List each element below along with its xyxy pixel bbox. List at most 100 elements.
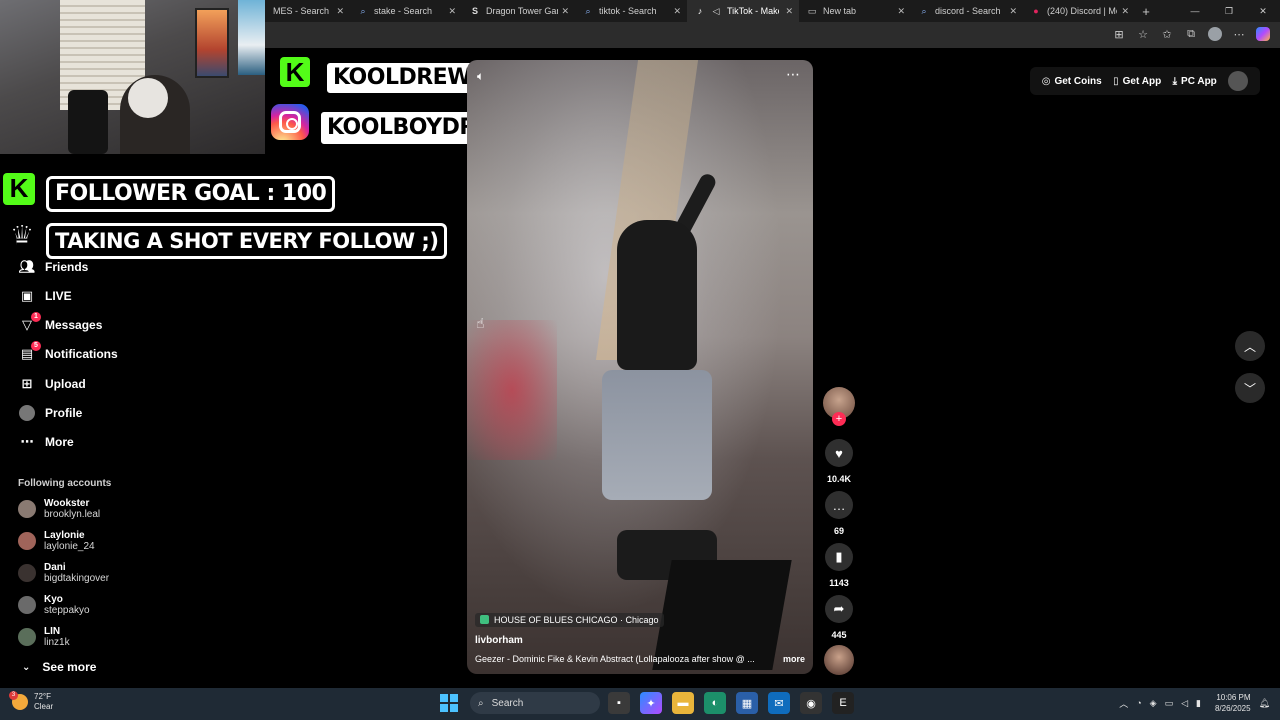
location-tag[interactable]: HOUSE OF BLUES CHICAGO · Chicago bbox=[475, 612, 664, 627]
creator-avatar[interactable]: + bbox=[823, 387, 855, 426]
browser-tab[interactable]: ▭ New tab ✕ bbox=[799, 0, 911, 22]
minimize-icon[interactable]: — bbox=[1178, 6, 1212, 16]
close-icon[interactable]: ✕ bbox=[336, 6, 344, 17]
more-options-icon[interactable]: ⋯ bbox=[786, 66, 801, 83]
close-icon[interactable]: ✕ bbox=[673, 6, 681, 17]
settings-more-icon[interactable]: ⋯ bbox=[1232, 28, 1246, 41]
clock-time: 10:06 PM bbox=[1216, 693, 1251, 702]
share-count: 445 bbox=[831, 630, 847, 640]
get-coins-button[interactable]: ◎ Get Coins bbox=[1042, 76, 1102, 87]
copilot-taskbar-icon[interactable]: ✦ bbox=[640, 692, 662, 714]
see-more-button[interactable]: ⌄ See more bbox=[22, 660, 96, 674]
taskbar-search[interactable]: ⌕ Search bbox=[470, 692, 600, 714]
music-disc-icon[interactable] bbox=[824, 645, 854, 675]
sidebar-item-profile[interactable]: Profile bbox=[18, 400, 82, 426]
following-account[interactable]: LIN linz1k bbox=[18, 623, 70, 651]
network-icon[interactable]: ▭ bbox=[1165, 698, 1174, 709]
tray-app-icon[interactable]: ◔ bbox=[1136, 698, 1141, 708]
tab-label: Dragon Tower Game bbox=[486, 6, 558, 16]
browser-tab[interactable]: MES - Search ✕ bbox=[265, 0, 350, 22]
apps-icon[interactable]: ⊞ bbox=[1112, 28, 1126, 41]
next-video-button[interactable]: ﹀ bbox=[1235, 373, 1265, 403]
shot-overlay: TAKING A SHOT EVERY FOLLOW ;) bbox=[46, 223, 448, 259]
video-player[interactable]: 🔈︎ ⋯ HOUSE OF BLUES CHICAGO · Chicago li… bbox=[467, 60, 813, 674]
new-tab-button[interactable]: + bbox=[1135, 4, 1157, 19]
epic-games-icon[interactable]: E bbox=[832, 692, 854, 714]
weather-badge: 3 bbox=[9, 691, 18, 700]
close-icon[interactable]: ✕ bbox=[897, 6, 905, 17]
speaker-mute-icon[interactable]: ◁ bbox=[711, 6, 721, 16]
volume-icon[interactable]: ◁ bbox=[1181, 698, 1188, 709]
browser-tab[interactable]: ⌕ discord - Search ✕ bbox=[911, 0, 1023, 22]
file-explorer-icon[interactable]: ▬ bbox=[672, 692, 694, 714]
sidebar-item-live[interactable]: ▣ LIVE bbox=[18, 283, 72, 309]
weather-widget[interactable]: 3 72°F Clear bbox=[9, 691, 53, 712]
caption-more-button[interactable]: more bbox=[783, 654, 805, 664]
volume-icon[interactable]: 🔈︎ bbox=[477, 69, 484, 84]
upload-icon: ⊞ bbox=[21, 376, 33, 391]
browser-tab[interactable]: ⌕ stake - Search ✕ bbox=[350, 0, 462, 22]
outlook-icon[interactable]: ✉ bbox=[768, 692, 790, 714]
windows-start-icon[interactable] bbox=[440, 694, 458, 712]
sidebar-item-friends[interactable]: 👥︎ Friends bbox=[18, 254, 89, 280]
collections-icon[interactable]: ⧉ bbox=[1184, 28, 1198, 41]
coin-icon: ◎ bbox=[1041, 75, 1051, 87]
sidebar-item-label: Upload bbox=[45, 377, 86, 391]
favorites-icon[interactable]: ✩ bbox=[1160, 28, 1174, 41]
chevron-down-icon: ﹀ bbox=[1243, 381, 1256, 396]
browser-tab[interactable]: ● (240) Discord | Messages ✕ bbox=[1023, 0, 1135, 22]
save-button[interactable]: ▮ bbox=[825, 543, 853, 571]
restore-icon[interactable]: ❐ bbox=[1212, 6, 1246, 17]
sidebar-item-notifications[interactable]: ▤ 5 Notifications bbox=[18, 341, 118, 367]
sidebar-item-more[interactable]: ⋯ More bbox=[18, 429, 74, 455]
follow-plus-icon[interactable]: + bbox=[832, 412, 846, 426]
follower-goal-overlay: FOLLOWER GOAL : 100 bbox=[46, 176, 336, 212]
close-icon[interactable]: ✕ bbox=[1121, 6, 1129, 17]
user-avatar[interactable] bbox=[1228, 71, 1249, 91]
video-author[interactable]: livborham bbox=[475, 635, 805, 646]
close-window-icon[interactable]: ✕ bbox=[1246, 6, 1280, 17]
close-icon[interactable]: ✕ bbox=[785, 6, 793, 17]
task-view-icon[interactable]: ▪ bbox=[608, 692, 630, 714]
video-info: HOUSE OF BLUES CHICAGO · Chicago livborh… bbox=[475, 611, 805, 664]
tab-label: MES - Search bbox=[273, 6, 330, 16]
chrome-icon[interactable]: ◉ bbox=[800, 692, 822, 714]
sidebar-item-messages[interactable]: ▽ 1 Messages bbox=[18, 312, 102, 338]
browser-tab[interactable]: ⌕ tiktok - Search ✕ bbox=[575, 0, 687, 22]
following-accounts-title: Following accounts bbox=[18, 478, 112, 489]
close-icon[interactable]: ✕ bbox=[1009, 6, 1017, 17]
stake-s-icon: S bbox=[471, 6, 478, 16]
store-icon[interactable]: ▦ bbox=[736, 692, 758, 714]
close-icon[interactable]: ✕ bbox=[448, 6, 456, 17]
favorite-star-icon[interactable]: ☆ bbox=[1136, 28, 1150, 41]
following-account[interactable]: Laylonie laylonie_24 bbox=[18, 527, 95, 555]
account-name: LIN bbox=[44, 626, 61, 637]
previous-video-button[interactable]: ︿ bbox=[1235, 331, 1265, 361]
following-account[interactable]: Wookster brooklyn.leal bbox=[18, 495, 100, 523]
notification-bell-icon[interactable]: 🔔︎ bbox=[1259, 698, 1270, 709]
profile-icon[interactable] bbox=[1208, 27, 1222, 41]
screen: MES - Search ✕ ⌕ stake - Search ✕ S Drag… bbox=[0, 0, 1280, 720]
browser-tab-active[interactable]: ♪ ◁ TikTok - Make Your Day ✕ bbox=[687, 0, 799, 22]
sidebar-item-upload[interactable]: ⊞ Upload bbox=[18, 371, 86, 397]
tray-app-icon[interactable]: ◈ bbox=[1150, 698, 1157, 709]
clock[interactable]: 10:06 PM 8/26/2025 bbox=[1215, 692, 1251, 714]
share-button[interactable]: ➦ bbox=[825, 595, 853, 623]
edge-browser-icon[interactable]: ◐ bbox=[704, 692, 726, 714]
copilot-icon[interactable] bbox=[1256, 27, 1270, 41]
sidebar-item-label: Friends bbox=[45, 260, 89, 274]
chevron-down-icon: ⌄ bbox=[22, 661, 31, 673]
crown-icon: ♛ bbox=[9, 219, 35, 251]
browser-tab[interactable]: S Dragon Tower Game ✕ bbox=[462, 0, 575, 22]
account-name: Laylonie bbox=[44, 530, 85, 541]
following-account[interactable]: Kyo steppakyo bbox=[18, 591, 90, 619]
battery-icon[interactable]: ▮ bbox=[1196, 698, 1201, 709]
chevron-up-icon[interactable]: ︿ bbox=[1119, 697, 1128, 710]
following-account[interactable]: Dani bigdtakingover bbox=[18, 559, 109, 587]
comment-button[interactable]: … bbox=[825, 491, 853, 519]
pc-app-button[interactable]: ⤓ PC App bbox=[1173, 76, 1217, 87]
video-red-light bbox=[467, 320, 557, 460]
like-button[interactable]: ♥ bbox=[825, 439, 853, 467]
close-icon[interactable]: ✕ bbox=[561, 6, 569, 17]
get-app-button[interactable]: ▯ Get App bbox=[1113, 76, 1161, 87]
